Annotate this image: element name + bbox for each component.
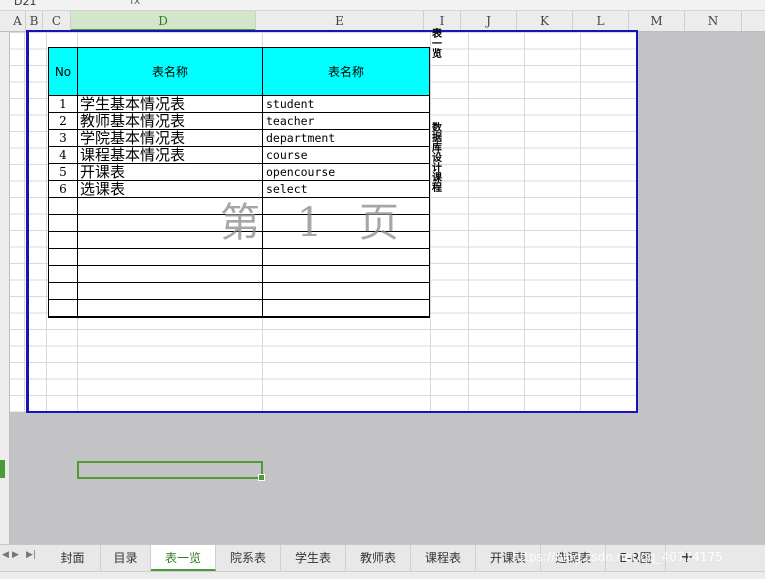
column-header-bar: ABCDEIJKLMN: [0, 11, 765, 32]
tab-nav-last-icon[interactable]: ▶|: [26, 550, 36, 560]
fx-icon[interactable]: fx: [130, 0, 140, 7]
tab-1[interactable]: 封面: [45, 545, 101, 571]
table-row-empty: [48, 282, 430, 300]
table-row-empty: [48, 299, 430, 318]
row-name-en[interactable]: opencourse: [262, 163, 430, 181]
row-name-cn[interactable]: 课程基本情况表: [77, 146, 263, 164]
row-name-cn[interactable]: 学院基本情况表: [77, 129, 263, 147]
tab-nav-next-icon[interactable]: ▶: [12, 550, 19, 560]
row-name-en[interactable]: course: [262, 146, 430, 164]
column-header-l[interactable]: L: [573, 11, 629, 31]
empty-cell[interactable]: [262, 299, 430, 318]
formula-bar: D21 fx: [0, 0, 765, 11]
empty-cell[interactable]: [77, 282, 263, 300]
row-number[interactable]: 1: [48, 95, 78, 113]
empty-cell[interactable]: [262, 282, 430, 300]
row-name-cn[interactable]: 开课表: [77, 163, 263, 181]
selected-cell[interactable]: [77, 461, 265, 481]
empty-cell[interactable]: [77, 265, 263, 283]
empty-cell[interactable]: [48, 265, 78, 283]
empty-cell[interactable]: [77, 299, 263, 318]
column-header-a[interactable]: A: [10, 11, 26, 31]
tab-3[interactable]: 表一览: [151, 545, 216, 571]
table-row: 1 学生基本情况表 student: [48, 95, 430, 113]
header-no[interactable]: No: [48, 47, 78, 96]
empty-cell[interactable]: [48, 197, 78, 215]
header-table-name-cn[interactable]: 表名称: [77, 47, 263, 96]
vertical-title: 表一览: [432, 29, 442, 60]
tab-7[interactable]: 课程表: [411, 545, 476, 571]
tab-4[interactable]: 院系表: [216, 545, 281, 571]
selected-row-marker: [0, 460, 5, 478]
table-row: 2 教师基本情况表 teacher: [48, 112, 430, 130]
empty-cell[interactable]: [48, 248, 78, 266]
row-name-cn[interactable]: 教师基本情况表: [77, 112, 263, 130]
row-number[interactable]: 4: [48, 146, 78, 164]
table-row: 4 课程基本情况表 course: [48, 146, 430, 164]
empty-cell[interactable]: [48, 214, 78, 232]
table-row: 5 开课表 opencourse: [48, 163, 430, 181]
column-header-n[interactable]: N: [685, 11, 742, 31]
fill-handle[interactable]: [258, 474, 265, 481]
row-number[interactable]: 5: [48, 163, 78, 181]
row-name-cn[interactable]: 学生基本情况表: [77, 95, 263, 113]
table-row-empty: [48, 248, 430, 266]
column-header-i[interactable]: I: [424, 11, 461, 31]
name-box[interactable]: D21: [0, 0, 102, 9]
row-number[interactable]: 3: [48, 129, 78, 147]
table-row-empty: [48, 265, 430, 283]
column-header-m[interactable]: M: [629, 11, 685, 31]
tab-6[interactable]: 教师表: [346, 545, 411, 571]
source-watermark: https://blog.csdn.net/qq_40774175: [512, 550, 723, 564]
row-header-bar: [0, 32, 10, 544]
empty-cell[interactable]: [48, 282, 78, 300]
empty-cell[interactable]: [48, 231, 78, 249]
empty-cell[interactable]: [262, 265, 430, 283]
vertical-subtitle: 数据库设计课程: [432, 123, 442, 194]
header-table-name-en[interactable]: 表名称: [262, 47, 430, 96]
row-name-en[interactable]: department: [262, 129, 430, 147]
tab-5[interactable]: 学生表: [281, 545, 346, 571]
column-header-d[interactable]: D: [71, 11, 256, 31]
column-header-j[interactable]: J: [461, 11, 517, 31]
empty-cell[interactable]: [77, 248, 263, 266]
row-name-en[interactable]: student: [262, 95, 430, 113]
column-header-b[interactable]: B: [26, 11, 43, 31]
page-watermark: 第 1 页: [220, 200, 411, 246]
tab-2[interactable]: 目录: [101, 545, 151, 571]
row-number[interactable]: 6: [48, 180, 78, 198]
column-header-k[interactable]: K: [517, 11, 573, 31]
column-header-e[interactable]: E: [256, 11, 424, 31]
empty-cell[interactable]: [48, 299, 78, 318]
row-name-en[interactable]: teacher: [262, 112, 430, 130]
row-number[interactable]: 2: [48, 112, 78, 130]
tab-nav-prev-icon[interactable]: ◀: [2, 550, 9, 560]
table-row: 3 学院基本情况表 department: [48, 129, 430, 147]
table-overview: No 表名称 表名称 1 学生基本情况表 student 2 教师基本情况表 teache…: [48, 47, 430, 318]
empty-cell[interactable]: [262, 248, 430, 266]
column-header-c[interactable]: C: [43, 11, 71, 31]
